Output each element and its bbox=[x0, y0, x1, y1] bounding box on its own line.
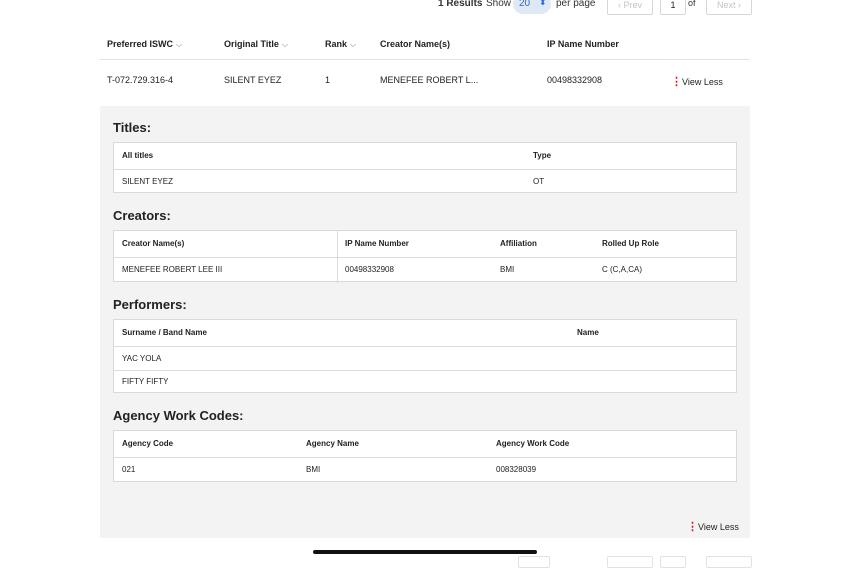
creators-heading: Creators: bbox=[113, 208, 171, 223]
performers-table: Surname / Band Name Name YAC YOLA FIFTY … bbox=[113, 319, 737, 393]
page-number-input-bottom[interactable] bbox=[660, 556, 686, 568]
titles-cell-title: SILENT EYEZ bbox=[122, 177, 173, 186]
agency-header-code: Agency Code bbox=[122, 439, 174, 448]
view-less-link-bottom[interactable]: ⋮View Less bbox=[687, 517, 739, 535]
creators-header-ip: IP Name Number bbox=[345, 239, 409, 248]
per-page-select-bottom[interactable] bbox=[518, 556, 550, 568]
chevron-down-icon: ⌵ bbox=[350, 40, 357, 49]
titles-cell-type: OT bbox=[533, 177, 545, 186]
titles-header-type: Type bbox=[533, 151, 552, 160]
per-page-select[interactable]: 20 ⬍ bbox=[513, 0, 551, 14]
prev-button[interactable]: ‹ Prev bbox=[607, 0, 653, 15]
agency-cell-work-code: 008328039 bbox=[496, 465, 537, 474]
page-number-input[interactable]: 1 bbox=[660, 0, 686, 15]
performers-header-name: Name bbox=[577, 328, 599, 337]
chevron-updown-icon: ⬍ bbox=[539, 0, 547, 7]
chevron-down-icon: ⌵ bbox=[176, 40, 183, 49]
agency-work-codes-heading: Agency Work Codes: bbox=[113, 408, 244, 423]
view-less-link-top[interactable]: ⋮View Less bbox=[671, 72, 723, 90]
performers-cell-surname: YAC YOLA bbox=[122, 354, 162, 363]
of-label: of bbox=[688, 0, 696, 8]
show-label: Show bbox=[486, 0, 512, 9]
creators-cell-role: C (C,A,CA) bbox=[602, 265, 642, 274]
agency-header-name: Agency Name bbox=[306, 439, 359, 448]
performers-heading: Performers: bbox=[113, 297, 187, 312]
details-panel: Titles: All titles Type SILENT EYEZ OT C… bbox=[100, 106, 750, 538]
col-header-original-title[interactable]: Original Title ⌵ bbox=[224, 39, 288, 50]
row-iswc: T-072.729.316-4 bbox=[107, 75, 174, 85]
titles-header-all-titles: All titles bbox=[122, 151, 154, 160]
performers-header-surname: Surname / Band Name bbox=[122, 328, 207, 337]
row-rank: 1 bbox=[325, 75, 331, 85]
agency-cell-name: BMI bbox=[306, 465, 321, 474]
creators-table: Creator Name(s) IP Name Number Affiliati… bbox=[113, 230, 737, 283]
creators-cell-ip: 00498332908 bbox=[345, 265, 394, 274]
prev-button-bottom[interactable] bbox=[607, 556, 653, 568]
next-button-bottom[interactable] bbox=[706, 556, 752, 568]
row-original-title: SILENT EYEZ bbox=[224, 75, 282, 85]
row-creator: MENEFEE ROBERT L... bbox=[380, 75, 479, 85]
results-count: 1 Results bbox=[438, 0, 483, 9]
creators-header-name: Creator Name(s) bbox=[122, 239, 185, 248]
col-header-preferred-iswc[interactable]: Preferred ISWC ⌵ bbox=[107, 39, 182, 50]
header-divider bbox=[100, 59, 750, 60]
next-button[interactable]: Next › bbox=[706, 0, 752, 15]
chevron-down-icon: ⌵ bbox=[281, 40, 288, 49]
creators-header-affiliation: Affiliation bbox=[500, 239, 537, 248]
titles-table: All titles Type SILENT EYEZ OT bbox=[113, 142, 737, 193]
col-header-ip-name-number: IP Name Number bbox=[547, 39, 619, 49]
creators-header-role: Rolled Up Role bbox=[602, 239, 659, 248]
agency-header-work-code: Agency Work Code bbox=[496, 439, 570, 448]
agency-cell-code: 021 bbox=[122, 465, 136, 474]
agency-work-codes-table: Agency Code Agency Name Agency Work Code… bbox=[113, 430, 737, 482]
home-indicator bbox=[313, 550, 537, 554]
col-header-creator-names: Creator Name(s) bbox=[380, 39, 451, 49]
creators-cell-name: MENEFEE ROBERT LEE III bbox=[122, 265, 223, 274]
more-vertical-icon: ⋮ bbox=[671, 76, 682, 88]
performers-cell-surname: FIFTY FIFTY bbox=[122, 377, 169, 386]
more-vertical-icon: ⋮ bbox=[687, 521, 698, 533]
row-ip-name-number: 00498332908 bbox=[547, 75, 603, 85]
per-page-value: 20 bbox=[519, 0, 531, 9]
creators-cell-affiliation: BMI bbox=[500, 265, 515, 274]
per-page-label: per page bbox=[556, 0, 596, 9]
col-header-rank[interactable]: Rank ⌵ bbox=[325, 39, 356, 50]
titles-heading: Titles: bbox=[113, 120, 152, 135]
